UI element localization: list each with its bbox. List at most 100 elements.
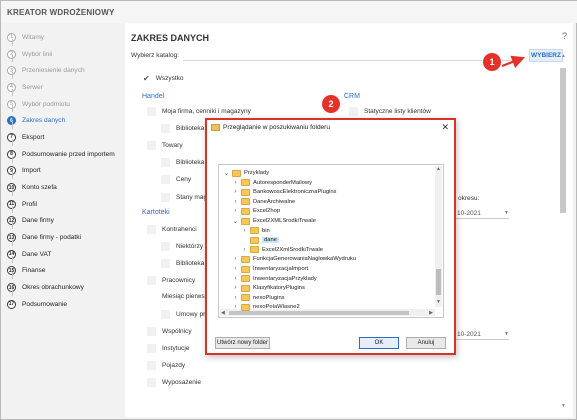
chevron-right-icon[interactable]: › [232, 304, 239, 310]
chevron-down-icon[interactable]: ▼ [504, 331, 509, 337]
wizard-step[interactable]: 5 Wybór podmiotu [7, 88, 125, 113]
scroll-right-arrow-icon[interactable]: ▶ [429, 310, 433, 316]
chevron-right-icon[interactable]: › [232, 180, 239, 186]
folder-tree[interactable]: ▲ ▼ ◀ ▶ ⌄ Przyklady › AutoresponderMailowy ›… [218, 164, 444, 318]
chevron-right-icon[interactable]: › [232, 266, 239, 272]
option-niektorzy[interactable]: Niektórzy [161, 242, 203, 251]
wizard-step[interactable]: 11 Profil [7, 189, 125, 213]
tree-item[interactable]: › InwentaryzacjaImport [232, 264, 308, 274]
scroll-down-arrow-icon[interactable]: ▼ [561, 403, 566, 409]
tree-item[interactable]: ⌄ Excel2XMLSrodkiTrwale [232, 216, 316, 226]
tree-item[interactable]: › FunkcjaGenerowaniaNaglowkaWydruku [232, 254, 356, 264]
choose-button[interactable]: WYBIERZ [529, 49, 563, 62]
checkbox[interactable] [147, 327, 156, 336]
checkbox[interactable] [147, 107, 156, 116]
checkbox[interactable] [147, 361, 156, 370]
option-moja-firma[interactable]: Moja firma, cenniki i magazyny [147, 107, 251, 116]
wizard-step[interactable]: 13 Dane firmy - podatki [7, 222, 125, 246]
checkbox[interactable] [161, 259, 170, 268]
chevron-right-icon[interactable]: › [241, 228, 248, 234]
wizard-step[interactable]: 14 Dane VAT [7, 239, 125, 263]
checkbox[interactable] [161, 158, 170, 167]
tree-item[interactable]: dane [241, 235, 279, 245]
option-pojazdy[interactable]: Pojazdy [147, 361, 185, 370]
scroll-down-arrow-icon[interactable]: ▼ [436, 299, 441, 305]
checkbox[interactable] [147, 276, 156, 285]
scroll-left-arrow-icon[interactable]: ◀ [221, 310, 225, 316]
option-biblioteka-3[interactable]: Biblioteka [161, 259, 204, 268]
option-umowy[interactable]: Umowy pr [161, 310, 205, 319]
option-statyczne-listy[interactable]: Statyczne listy klientów [349, 107, 431, 116]
tree-item[interactable]: ⌄ Przyklady [223, 168, 269, 178]
checkbox[interactable] [349, 107, 358, 116]
wizard-step[interactable]: 8 Podsumowanie przed importem [7, 138, 125, 163]
checkbox[interactable] [161, 242, 170, 251]
chevron-right-icon[interactable]: › [232, 285, 239, 291]
chevron-right-icon[interactable]: › [232, 208, 239, 214]
checkbox[interactable] [147, 378, 156, 387]
chevron-down-icon[interactable]: ⌄ [232, 218, 239, 225]
tree-item[interactable]: › nexoPolaWlasne2 [232, 302, 300, 312]
tree-item[interactable]: › BankowoscElektronicznaPlugins [232, 187, 336, 197]
help-icon[interactable]: ? [562, 31, 567, 41]
chevron-right-icon[interactable]: › [232, 199, 239, 205]
chevron-down-icon[interactable]: ▼ [504, 210, 509, 216]
checkbox[interactable] [161, 124, 170, 133]
tree-item[interactable]: › KlasyfikatoryPlugins [232, 283, 305, 293]
chevron-down-icon[interactable]: ⌄ [223, 170, 230, 177]
checkbox[interactable] [161, 175, 170, 184]
checkbox[interactable] [147, 225, 156, 234]
option-kontrahenci[interactable]: Kontrahenci [147, 225, 197, 234]
checkbox[interactable] [147, 344, 156, 353]
option-towary[interactable]: Towary [147, 141, 183, 150]
check-all-option[interactable]: ✔ Wszystko [143, 74, 184, 83]
catalog-input[interactable] [183, 50, 519, 61]
option-wspolnicy[interactable]: Wspólnicy [147, 327, 192, 336]
wizard-step[interactable]: 12 Dane firmy [7, 205, 125, 230]
new-folder-button[interactable]: Utwórz nowy folder [215, 337, 270, 349]
tree-scroll-thumb[interactable] [436, 269, 441, 295]
wizard-step[interactable]: 4 Serwer [7, 72, 125, 96]
close-icon[interactable]: ✕ [441, 122, 449, 133]
option-stany[interactable]: Stany mag [161, 193, 207, 202]
chevron-right-icon[interactable]: › [241, 247, 248, 253]
wizard-step[interactable]: 16 Okres obrachunkowy [7, 272, 125, 296]
chevron-right-icon[interactable]: › [232, 276, 239, 282]
scroll-up-arrow-icon[interactable]: ▲ [561, 53, 566, 59]
cancel-button[interactable]: Anuluj [406, 337, 446, 349]
wizard-step[interactable]: 1 Witamy [7, 29, 125, 46]
tree-item[interactable]: › nexoPlugins [232, 293, 285, 303]
scrollbar-thumb[interactable] [560, 68, 566, 213]
checkbox[interactable] [161, 310, 170, 319]
wizard-step[interactable]: 17 Podsumowanie [7, 289, 125, 313]
option-wyposazenie[interactable]: Wyposażenie [147, 378, 201, 387]
scroll-up-arrow-icon[interactable]: ▲ [436, 166, 441, 172]
date-picker-1[interactable]: 10-2021 ▼ [455, 208, 509, 219]
tree-item[interactable]: › DaneArchiwalne [232, 197, 295, 207]
option-instytucje[interactable]: Instytucje [147, 344, 189, 353]
option-biblioteka-2[interactable]: Biblioteka [161, 158, 204, 167]
chevron-right-icon[interactable]: › [232, 295, 239, 301]
option-pracownicy[interactable]: Pracownicy [147, 276, 195, 285]
tree-item[interactable]: › Excel2XmlSrodkiTrwale [241, 245, 323, 255]
wizard-step[interactable]: 9 Import [7, 155, 125, 180]
checkbox[interactable] [147, 141, 156, 150]
date-picker-2[interactable]: 10-2021 ▼ [455, 329, 509, 340]
chevron-right-icon[interactable]: › [232, 256, 239, 262]
tree-item[interactable]: › InwentaryzacjaPrzyklady [232, 274, 317, 284]
wizard-step[interactable]: 15 Finanse [7, 255, 125, 280]
chevron-right-icon[interactable]: › [232, 189, 239, 195]
folder-name: Excel2XMLSrodkiTrwale [253, 218, 316, 224]
checkbox[interactable] [161, 193, 170, 202]
wizard-step[interactable]: 2 Wybór linii [7, 38, 125, 63]
wizard-step[interactable]: 7 Eksport [7, 122, 125, 146]
tree-item[interactable]: › AutoresponderMailowy [232, 178, 312, 188]
wizard-step[interactable]: 6 Zakres danych [7, 105, 125, 129]
wizard-step[interactable]: 10 Konto szefa [7, 172, 125, 196]
option-ceny[interactable]: Ceny [161, 175, 191, 184]
ok-button[interactable]: OK [359, 337, 399, 349]
tree-item[interactable]: › Excel2hop [232, 206, 280, 216]
option-biblioteka-1[interactable]: Biblioteka [161, 124, 204, 133]
tree-item[interactable]: › bin [241, 226, 270, 236]
wizard-step[interactable]: 3 Przeniesienie danych [7, 55, 125, 79]
